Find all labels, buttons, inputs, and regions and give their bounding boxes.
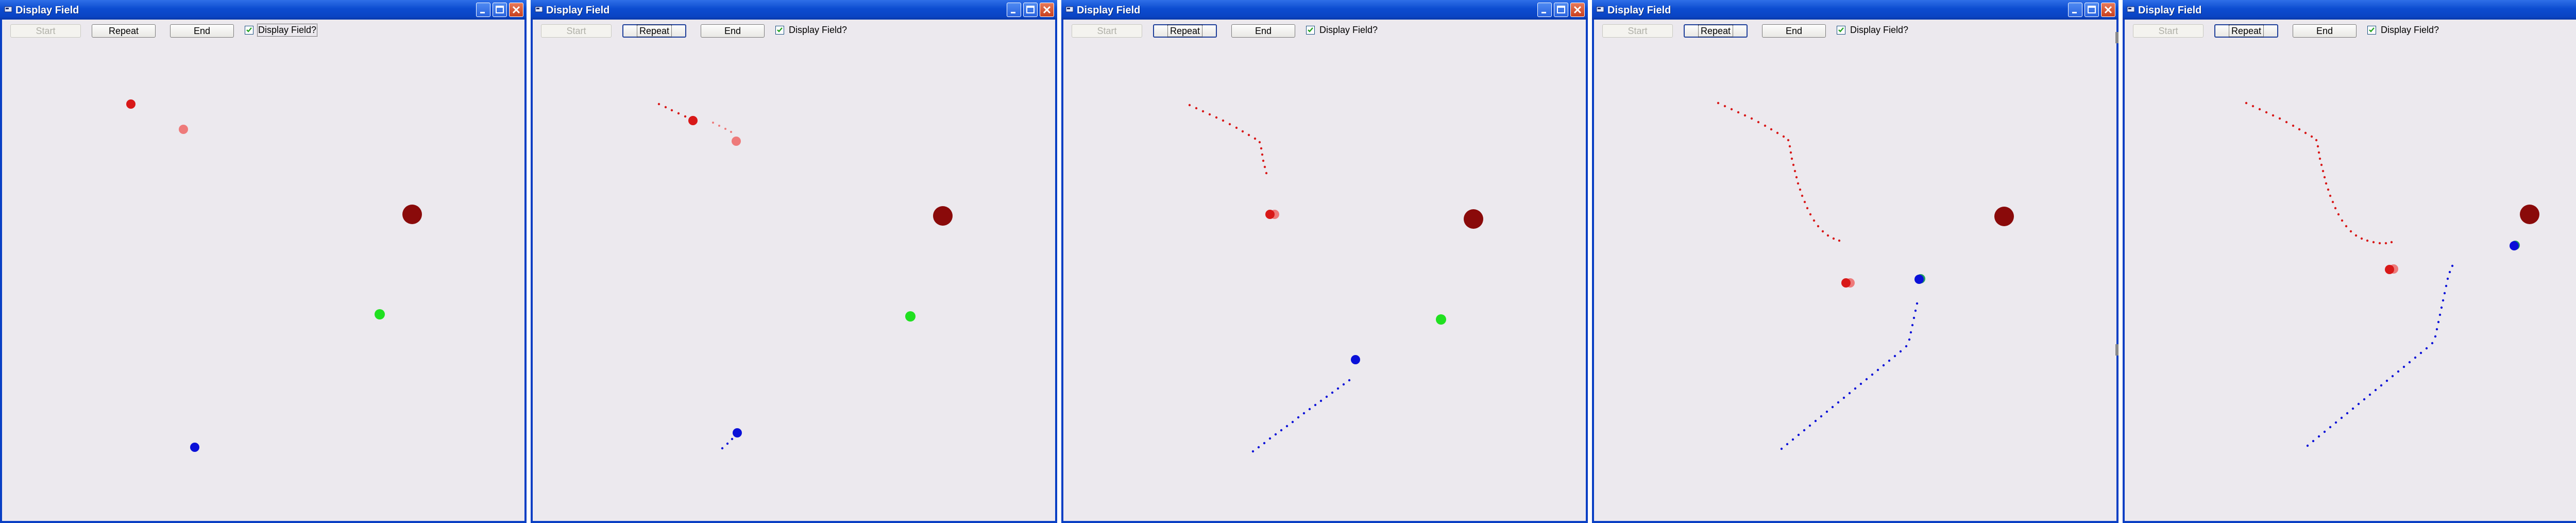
close-icon [1043,6,1051,14]
display-field-window-1: Display Field Start Repeat End Display F… [0,0,527,523]
blue-agent [2510,241,2519,250]
client-area: Start Repeat End Display Field? [2125,20,2576,521]
minimize-icon [1011,12,1015,13]
app-icon [1596,6,1604,12]
simulation-field [1188,104,1483,453]
red-trail [657,103,687,118]
maximize-icon [2088,6,2096,13]
blue-trail [2306,264,2454,447]
close-icon [1573,6,1582,14]
maximize-button[interactable] [1554,3,1568,17]
blue-agent [1351,355,1360,364]
app-icon [4,6,12,12]
goal-target [375,309,385,319]
red-agent [2385,265,2394,274]
obstacle [933,206,953,226]
close-icon [512,6,520,14]
red-agent-ghost [732,137,741,146]
title-bar[interactable]: Display Field [1061,0,1588,20]
minimize-button[interactable] [2068,3,2082,17]
window-title: Display Field [1077,5,1141,16]
minimize-button[interactable] [1007,3,1021,17]
scroll-tick [2115,344,2119,356]
simulation-field [2245,102,2539,447]
maximize-icon [496,6,504,13]
scroll-tick [2115,32,2119,43]
red-agent [688,116,698,125]
goal-target [905,311,916,322]
client-area: Start Repeat End Display Field? [2,20,524,521]
maximize-icon [1557,6,1565,13]
display-field-window-3: Display Field Start Repeat End Display F… [1061,0,1588,523]
red-trail [1717,102,1841,242]
minimize-icon [2072,12,2077,13]
obstacle [1994,207,2014,226]
obstacle [2520,205,2539,224]
red-agent [1841,278,1851,288]
goal-target [1436,314,1446,325]
blue-trail [721,437,734,450]
window-title: Display Field [1607,5,1671,16]
minimize-icon [1541,12,1546,13]
maximize-button[interactable] [1023,3,1038,17]
close-button[interactable] [2101,3,2115,17]
minimize-icon [480,12,485,13]
window-title: Display Field [546,5,610,16]
maximize-icon [1026,6,1035,13]
app-icon [535,6,543,12]
blue-agent [190,443,199,452]
title-bar[interactable]: Display Field [0,0,527,20]
blue-trail [1251,379,1351,453]
display-field-window-4: Display Field Start Repeat End Display F… [1592,0,2119,523]
blue-trail [1780,302,1919,450]
minimize-button[interactable] [1537,3,1552,17]
ghost-trail [712,122,732,133]
simulation-field [1717,102,2014,450]
client-area: Start Repeat End Display Field? [1594,20,2119,521]
title-bar[interactable]: Display Field [531,0,1057,20]
title-bar[interactable]: Display Field [2123,0,2576,20]
title-bar[interactable]: Display Field [1592,0,2119,20]
display-field-window-5: Display Field Start Repeat End Display F… [2123,0,2576,523]
close-icon [2104,6,2112,14]
window-title: Display Field [2138,5,2202,16]
client-area: Start Repeat End Display Field? [533,20,1055,521]
close-button[interactable] [1570,3,1585,17]
maximize-button[interactable] [2084,3,2099,17]
close-button[interactable] [509,3,523,17]
blue-agent [733,428,742,437]
red-agent-ghost [179,125,188,134]
close-button[interactable] [1040,3,1054,17]
display-field-window-2: Display Field Start Repeat End Display F… [531,0,1057,523]
window-title: Display Field [15,5,79,16]
client-area: Start Repeat End Display Field? [1063,20,1586,521]
red-trail [2245,102,2393,245]
maximize-button[interactable] [493,3,507,17]
app-icon [2127,6,2135,12]
red-trail [1188,104,1268,175]
app-icon [1065,6,1074,12]
obstacle [402,205,422,224]
simulation-field [126,99,422,452]
minimize-button[interactable] [476,3,490,17]
simulation-field [657,103,953,450]
blue-agent [1914,275,1924,284]
red-agent [1265,210,1275,219]
red-agent [126,99,135,109]
obstacle [1464,209,1483,229]
